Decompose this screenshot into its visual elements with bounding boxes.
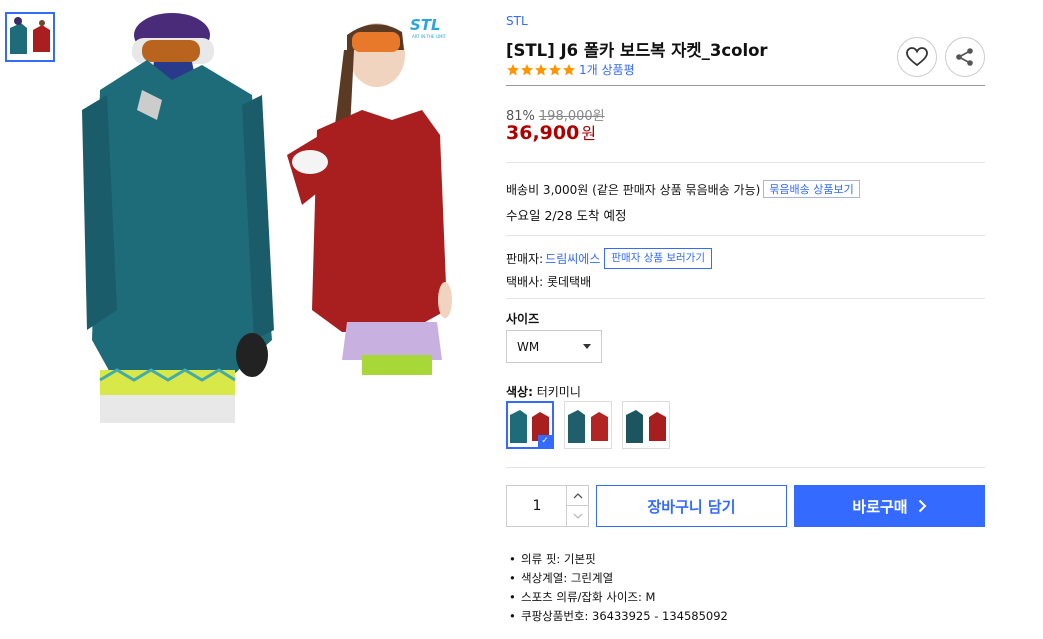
attribute-item: • 의류 핏: 기본핏 bbox=[506, 550, 728, 569]
size-select[interactable]: WM bbox=[506, 330, 602, 363]
swatch-image bbox=[568, 410, 608, 443]
star-icon bbox=[535, 63, 547, 75]
color-swatch-option[interactable] bbox=[564, 401, 612, 449]
quantity-input[interactable]: 1 bbox=[507, 486, 567, 526]
divider bbox=[506, 162, 985, 163]
bundle-shipping-button[interactable]: 묶음배송 상품보기 bbox=[763, 180, 860, 198]
heart-icon bbox=[906, 47, 928, 67]
check-icon: ✓ bbox=[538, 435, 552, 447]
size-selected-value: WM bbox=[517, 339, 540, 354]
attribute-text: 색상계열: 그린계열 bbox=[521, 571, 614, 585]
svg-text:ART IN THE LIMIT: ART IN THE LIMIT bbox=[412, 34, 447, 39]
share-button[interactable] bbox=[945, 37, 985, 77]
color-swatches: ✓ bbox=[506, 401, 670, 449]
star-icon bbox=[507, 63, 519, 75]
chevron-up-icon bbox=[573, 492, 582, 498]
arrival-date: 수요일 2/28 도착 예정 bbox=[506, 208, 627, 223]
color-label: 색상: 터키미니 bbox=[506, 383, 581, 400]
attribute-text: 의류 핏: 기본핏 bbox=[521, 552, 596, 566]
product-rating: 1개 상품평 bbox=[506, 61, 635, 78]
quantity-increase-button[interactable] bbox=[566, 486, 588, 506]
color-label-title: 색상: bbox=[506, 385, 533, 399]
shipping-fee-row: 배송비 3,000원 (같은 판매자 상품 묶음배송 가능) 묶음배송 상품보기 bbox=[506, 180, 860, 198]
buy-now-button[interactable]: 바로구매 bbox=[794, 485, 985, 527]
chevron-down-icon bbox=[573, 513, 582, 519]
chevron-right-icon bbox=[918, 499, 927, 513]
seller-products-button[interactable]: 판매자 상품 보러가기 bbox=[604, 248, 712, 269]
color-swatch-option[interactable]: ✓ bbox=[506, 401, 554, 449]
main-product-image: STL ART IN THE LIMIT bbox=[62, 10, 482, 430]
sale-price: 36,900 원 bbox=[506, 120, 596, 144]
buy-now-label: 바로구매 bbox=[852, 497, 908, 516]
add-to-cart-button[interactable]: 장바구니 담기 bbox=[596, 485, 787, 527]
star-icon bbox=[563, 63, 575, 75]
attribute-item: • 쿠팡상품번호: 36433925 - 134585092 bbox=[506, 607, 728, 626]
brand-link[interactable]: STL bbox=[506, 14, 528, 28]
caret-down-icon bbox=[583, 344, 591, 349]
favorite-button[interactable] bbox=[897, 37, 937, 77]
product-attributes: • 의류 핏: 기본핏 • 색상계열: 그린계열 • 스포츠 의류/잡화 사이즈: M… bbox=[506, 550, 728, 626]
divider bbox=[506, 298, 985, 299]
attribute-item: • 스포츠 의류/잡화 사이즈: M bbox=[506, 588, 728, 607]
seller-name-link[interactable]: 드림씨에스 bbox=[545, 250, 600, 267]
attribute-text: 스포츠 의류/잡화 사이즈: M bbox=[521, 590, 656, 604]
size-label: 사이즈 bbox=[506, 312, 540, 326]
svg-text:STL: STL bbox=[410, 16, 441, 34]
product-thumbnail[interactable] bbox=[5, 12, 55, 62]
sale-price-value: 36,900 bbox=[506, 122, 580, 144]
review-count-link[interactable]: 1개 상품평 bbox=[579, 61, 635, 78]
quantity-stepper: 1 bbox=[506, 485, 589, 527]
star-icon bbox=[549, 63, 561, 75]
attribute-text: 쿠팡상품번호: 36433925 - 134585092 bbox=[521, 609, 728, 623]
sale-price-currency: 원 bbox=[581, 124, 597, 143]
divider bbox=[506, 235, 985, 236]
attribute-item: • 색상계열: 그린계열 bbox=[506, 569, 728, 588]
quantity-decrease-button[interactable] bbox=[566, 506, 588, 526]
color-swatch-option[interactable] bbox=[622, 401, 670, 449]
seller-label: 판매자: bbox=[506, 252, 544, 266]
share-icon bbox=[956, 48, 973, 66]
swatch-image bbox=[626, 410, 666, 443]
product-title: [STL] J6 폴카 보드복 자켓_3color bbox=[506, 41, 768, 60]
star-icon bbox=[521, 63, 533, 75]
courier-info: 택배사: 롯데택배 bbox=[506, 275, 592, 289]
jacket-thumbnail-image bbox=[7, 14, 53, 60]
shipping-fee-text: 배송비 3,000원 (같은 판매자 상품 묶음배송 가능) bbox=[506, 182, 761, 197]
seller-row: 판매자: 드림씨에스 판매자 상품 보러가기 bbox=[506, 248, 712, 269]
star-rating bbox=[506, 63, 576, 77]
divider bbox=[506, 467, 985, 468]
color-selected-value: 터키미니 bbox=[536, 385, 581, 399]
divider bbox=[506, 85, 985, 86]
